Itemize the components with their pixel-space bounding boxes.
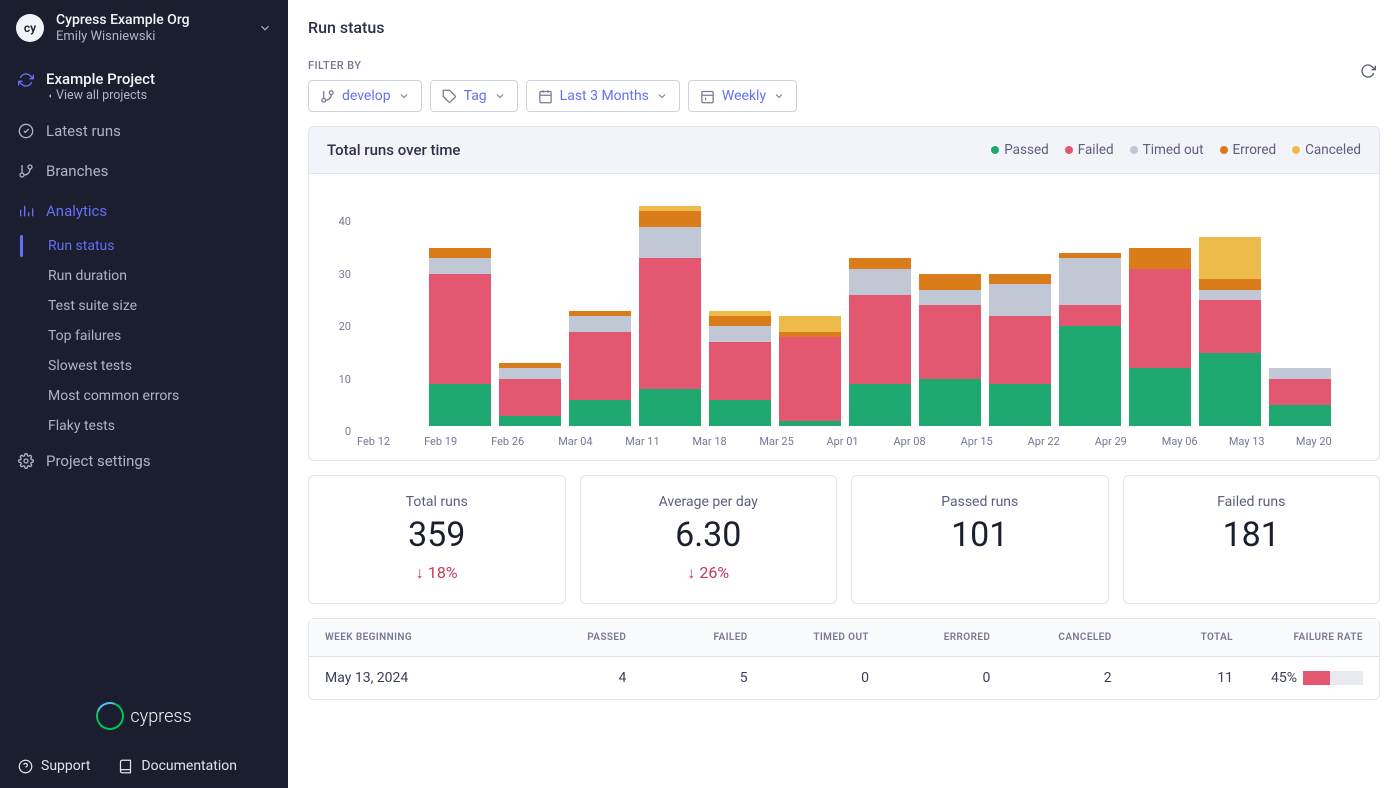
xtick: Mar 18 xyxy=(690,435,757,448)
xtick: Mar 11 xyxy=(623,435,690,448)
filter-tag[interactable]: Tag xyxy=(430,80,518,112)
xtick: Apr 15 xyxy=(959,435,1026,448)
calendar-icon xyxy=(538,89,553,104)
xtick: Mar 25 xyxy=(757,435,824,448)
subnav-run-status[interactable]: Run status xyxy=(22,231,288,261)
xtick: May 20 xyxy=(1294,435,1361,448)
bar-mar-18[interactable] xyxy=(705,190,775,426)
table-head: WEEK BEGINNINGPASSEDFAILEDTIMED OUTERROR… xyxy=(309,619,1379,657)
subnav-test-suite-size[interactable]: Test suite size xyxy=(22,291,288,321)
kpi-passed-runs: Passed runs101 xyxy=(851,475,1109,604)
col-passed[interactable]: PASSED xyxy=(505,632,626,643)
bar-apr-08[interactable] xyxy=(915,190,985,426)
xtick: Mar 04 xyxy=(556,435,623,448)
runs-chart-card: Total runs over time Passed Failed Timed o… xyxy=(308,126,1380,461)
filter-block: FILTER BY develop Tag Last 3 Months xyxy=(308,59,797,112)
bar-may-13[interactable] xyxy=(1265,190,1335,426)
nav-analytics[interactable]: Analytics xyxy=(0,191,288,231)
nav-latest-runs[interactable]: Latest runs xyxy=(0,111,288,151)
xtick: Apr 22 xyxy=(1026,435,1093,448)
col-week-beginning[interactable]: WEEK BEGINNING xyxy=(325,632,505,643)
table-row[interactable]: May 13, 2024450021145% xyxy=(309,657,1379,699)
legend-timed-out[interactable]: Timed out xyxy=(1130,142,1204,158)
subnav-most-common-errors[interactable]: Most common errors xyxy=(22,381,288,411)
view-all-projects-link[interactable]: View all projects xyxy=(46,88,272,103)
main-content: Run status FILTER BY develop Tag Last 3 … xyxy=(288,0,1400,788)
xtick: Apr 29 xyxy=(1093,435,1160,448)
legend-errored[interactable]: Errored xyxy=(1220,142,1277,158)
chart-legend: Passed Failed Timed out Errored Canceled xyxy=(991,142,1361,158)
legend-passed[interactable]: Passed xyxy=(991,142,1049,158)
subnav-slowest-tests[interactable]: Slowest tests xyxy=(22,351,288,381)
col-errored[interactable]: ERRORED xyxy=(869,632,990,643)
support-link[interactable]: Support xyxy=(18,758,90,774)
branch-icon xyxy=(18,163,34,179)
gear-icon xyxy=(18,453,34,469)
bar-mar-11[interactable] xyxy=(635,190,705,426)
subnav-flaky-tests[interactable]: Flaky tests xyxy=(22,411,288,441)
filter-branch[interactable]: develop xyxy=(308,80,422,112)
bar-apr-29[interactable] xyxy=(1125,190,1195,426)
filter-range[interactable]: Last 3 Months xyxy=(526,80,680,112)
filter-label: FILTER BY xyxy=(308,59,797,72)
project-header[interactable]: Example Project View all projects xyxy=(0,62,288,111)
xtick: Apr 08 xyxy=(892,435,959,448)
runs-table: WEEK BEGINNINGPASSEDFAILEDTIMED OUTERROR… xyxy=(308,618,1380,700)
sidebar: cy Cypress Example Org Emily Wisniewski … xyxy=(0,0,288,788)
kpi-row: Total runs359↓ 18%Average per day6.30↓ 2… xyxy=(308,475,1380,604)
page-title: Run status xyxy=(308,18,1380,37)
chart-area: Feb 12Feb 19Feb 26Mar 04Mar 11Mar 18Mar … xyxy=(355,190,1361,448)
bar-feb-26[interactable] xyxy=(495,190,565,426)
xtick: Feb 26 xyxy=(489,435,556,448)
bar-apr-15[interactable] xyxy=(985,190,1055,426)
tag-icon xyxy=(442,89,457,104)
subnav-run-duration[interactable]: Run duration xyxy=(22,261,288,291)
org-user: Emily Wisniewski xyxy=(56,29,246,45)
subnav-top-failures[interactable]: Top failures xyxy=(22,321,288,351)
org-switcher[interactable]: cy Cypress Example Org Emily Wisniewski xyxy=(0,0,288,56)
bar-mar-25[interactable] xyxy=(775,190,845,426)
nav-project-settings[interactable]: Project settings xyxy=(0,441,288,481)
bar-mar-04[interactable] xyxy=(565,190,635,426)
col-failure-rate[interactable]: FAILURE RATE xyxy=(1233,632,1363,643)
kpi-failed-runs: Failed runs181 xyxy=(1123,475,1381,604)
legend-failed[interactable]: Failed xyxy=(1065,142,1114,158)
xtick: Apr 01 xyxy=(824,435,891,448)
xtick: May 13 xyxy=(1227,435,1294,448)
col-total[interactable]: TOTAL xyxy=(1112,632,1233,643)
refresh-button[interactable] xyxy=(1356,59,1380,83)
branch-icon xyxy=(320,89,335,104)
sync-icon xyxy=(18,72,34,88)
legend-canceled[interactable]: Canceled xyxy=(1292,142,1361,158)
cypress-logo: cypress xyxy=(0,690,288,746)
nav-branches[interactable]: Branches xyxy=(0,151,288,191)
chart-title: Total runs over time xyxy=(327,141,460,159)
check-circle-icon xyxy=(18,123,34,139)
col-canceled[interactable]: CANCELED xyxy=(990,632,1111,643)
kpi-average-per-day: Average per day6.30↓ 26% xyxy=(580,475,838,604)
kpi-total-runs: Total runs359↓ 18% xyxy=(308,475,566,604)
col-failed[interactable]: FAILED xyxy=(626,632,747,643)
col-timed-out[interactable]: TIMED OUT xyxy=(748,632,869,643)
org-avatar: cy xyxy=(16,14,44,42)
bar-feb-19[interactable] xyxy=(425,190,495,426)
bar-apr-01[interactable] xyxy=(845,190,915,426)
filter-granularity[interactable]: Weekly xyxy=(688,80,797,112)
chart-icon xyxy=(18,203,34,219)
chevron-down-icon xyxy=(258,21,272,35)
bar-may-20[interactable] xyxy=(1335,190,1400,426)
xtick: Feb 12 xyxy=(355,435,422,448)
org-name: Cypress Example Org xyxy=(56,12,246,29)
xtick: May 06 xyxy=(1160,435,1227,448)
bar-may-06[interactable] xyxy=(1195,190,1265,426)
calendar-week-icon xyxy=(700,89,715,104)
xtick: Feb 19 xyxy=(422,435,489,448)
analytics-subnav: Run status Run duration Test suite size … xyxy=(20,231,288,441)
documentation-link[interactable]: Documentation xyxy=(118,758,237,774)
bar-apr-22[interactable] xyxy=(1055,190,1125,426)
bar-feb-12[interactable] xyxy=(355,190,425,426)
project-name: Example Project xyxy=(46,70,272,88)
